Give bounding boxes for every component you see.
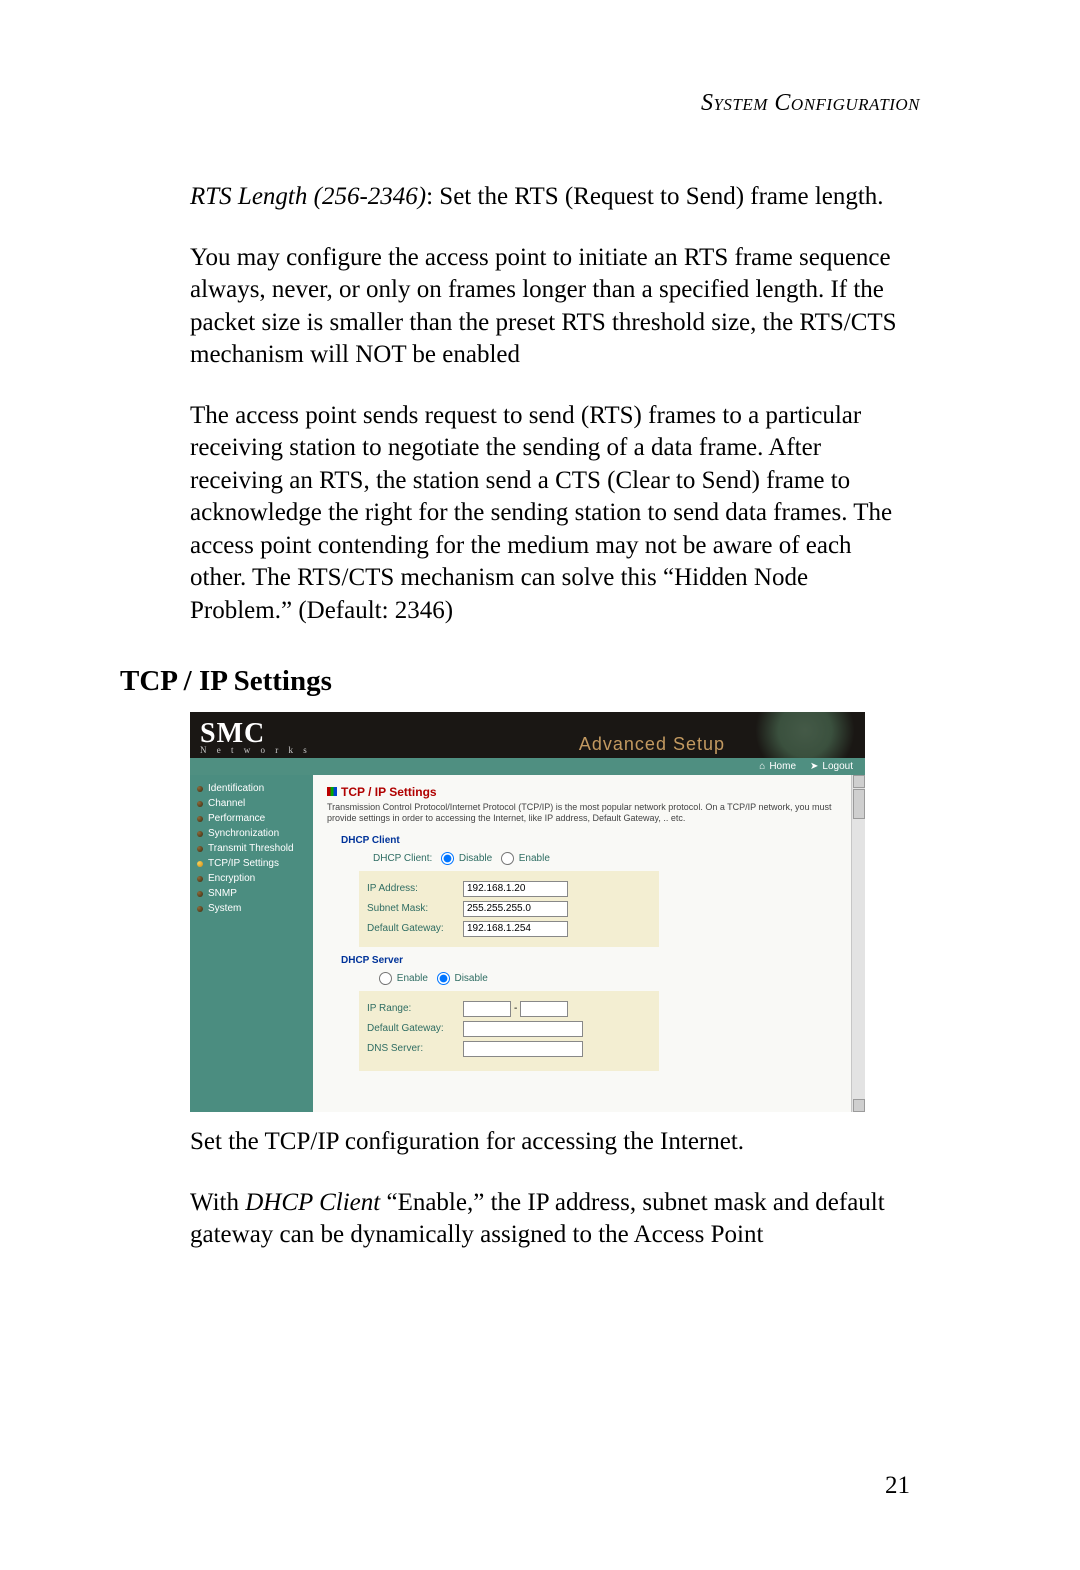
logout-label: Logout — [822, 761, 853, 772]
advanced-setup-label: Advanced Setup — [579, 734, 725, 755]
sidebar-item-snmp[interactable]: SNMP — [196, 886, 307, 901]
subnet-mask-row: Subnet Mask: — [367, 901, 651, 917]
ip-address-label: IP Address: — [367, 883, 463, 894]
dns-server-row: DNS Server: — [367, 1041, 651, 1057]
paragraph-dhcp-client: With DHCP Client “Enable,” the IP addres… — [190, 1187, 910, 1252]
home-label: Home — [769, 761, 796, 772]
sidebar-item-encryption[interactable]: Encryption — [196, 871, 307, 886]
ip-range-dash: - — [511, 1003, 520, 1014]
server-gateway-label: Default Gateway: — [367, 1023, 463, 1034]
dhcp-server-heading: DHCP Server — [341, 955, 853, 966]
rts-length-text: : Set the RTS (Request to Send) frame le… — [426, 183, 883, 210]
panel-title: TCP / IP Settings — [327, 785, 853, 799]
server-fields-box: IP Range: - Default Gateway: DNS Server: — [359, 991, 659, 1071]
subnet-mask-input[interactable] — [463, 901, 568, 917]
enable-label: Enable — [519, 853, 550, 864]
dns-server-label: DNS Server: — [367, 1043, 463, 1054]
enable-label-2: Enable — [397, 973, 428, 984]
sidebar-item-identification[interactable]: Identification — [196, 781, 307, 796]
dhcp-server-disable-radio[interactable] — [437, 972, 450, 985]
tcpip-screenshot: SMC N e t w o r k s Advanced Setup ⌂ Hom… — [190, 712, 865, 1112]
disable-label: Disable — [459, 853, 492, 864]
server-gateway-input[interactable] — [463, 1021, 583, 1037]
system-heading: System Configuration — [120, 90, 920, 117]
utility-bar: ⌂ Home ➤ Logout — [190, 758, 865, 775]
sidebar-item-performance[interactable]: Performance — [196, 811, 307, 826]
scroll-down-arrow[interactable] — [853, 1099, 865, 1112]
logo-small: N e t w o r k s — [200, 746, 311, 754]
paragraph-rts-desc: You may configure the access point to in… — [190, 242, 910, 372]
ip-address-input[interactable] — [463, 881, 568, 897]
header-decoration — [745, 712, 865, 758]
dhcp-client-radio-group: DHCP Client: Disable Enable — [373, 852, 853, 865]
ip-range-row: IP Range: - — [367, 1001, 651, 1017]
sidebar-item-synchronization[interactable]: Synchronization — [196, 826, 307, 841]
panel-title-text: TCP / IP Settings — [341, 785, 437, 799]
dhcp-client-label: DHCP Client: — [373, 853, 432, 864]
home-button[interactable]: ⌂ Home — [759, 761, 796, 772]
default-gateway-input[interactable] — [463, 921, 568, 937]
disable-label-2: Disable — [454, 973, 487, 984]
main-panel: TCP / IP Settings Transmission Control P… — [313, 775, 865, 1112]
dhcp-client-heading: DHCP Client — [341, 835, 853, 846]
page-number: 21 — [885, 1472, 910, 1500]
panel-description: Transmission Control Protocol/Internet P… — [327, 802, 853, 825]
home-icon: ⌂ — [759, 761, 765, 772]
rts-length-label: RTS Length (256-2346) — [190, 183, 426, 210]
sidebar-item-channel[interactable]: Channel — [196, 796, 307, 811]
ip-address-row: IP Address: — [367, 881, 651, 897]
client-fields-box: IP Address: Subnet Mask: Default Gateway… — [359, 871, 659, 947]
dhcp-server-enable-radio[interactable] — [379, 972, 392, 985]
logout-icon: ➤ — [810, 761, 818, 772]
sidebar-item-tcpip-settings[interactable]: TCP/IP Settings — [196, 856, 307, 871]
section-heading-tcpip: TCP / IP Settings — [120, 665, 910, 698]
subnet-mask-label: Subnet Mask: — [367, 903, 463, 914]
dns-server-input[interactable] — [463, 1041, 583, 1057]
dhcp-client-enable-radio[interactable] — [501, 852, 514, 865]
dhcp-para-a: With — [190, 1189, 245, 1216]
logout-button[interactable]: ➤ Logout — [810, 761, 853, 772]
app-header: SMC N e t w o r k s Advanced Setup — [190, 712, 865, 758]
logo-big: SMC — [200, 721, 311, 746]
sidebar-item-transmit-threshold[interactable]: Transmit Threshold — [196, 841, 307, 856]
server-gateway-row: Default Gateway: — [367, 1021, 651, 1037]
paragraph-rts-cts: The access point sends request to send (… — [190, 400, 910, 628]
scrollbar[interactable] — [851, 775, 865, 1112]
smc-logo: SMC N e t w o r k s — [200, 721, 311, 754]
scroll-thumb[interactable] — [853, 789, 865, 819]
sidebar-item-system[interactable]: System — [196, 901, 307, 916]
ip-range-end-input[interactable] — [520, 1001, 568, 1017]
ip-range-start-input[interactable] — [463, 1001, 511, 1017]
default-gateway-label: Default Gateway: — [367, 923, 463, 934]
paragraph-rts-length: RTS Length (256-2346): Set the RTS (Requ… — [190, 181, 910, 214]
default-gateway-row: Default Gateway: — [367, 921, 651, 937]
dhcp-server-radio-group: Enable Disable — [373, 972, 853, 985]
paragraph-set-tcpip: Set the TCP/IP configuration for accessi… — [190, 1126, 910, 1159]
dhcp-client-disable-radio[interactable] — [441, 852, 454, 865]
sidebar: Identification Channel Performance Synch… — [190, 775, 313, 1112]
title-bars-icon — [327, 787, 337, 796]
dhcp-para-italic: DHCP Client — [245, 1189, 380, 1216]
scroll-up-arrow[interactable] — [853, 775, 865, 788]
ip-range-label: IP Range: — [367, 1003, 463, 1014]
